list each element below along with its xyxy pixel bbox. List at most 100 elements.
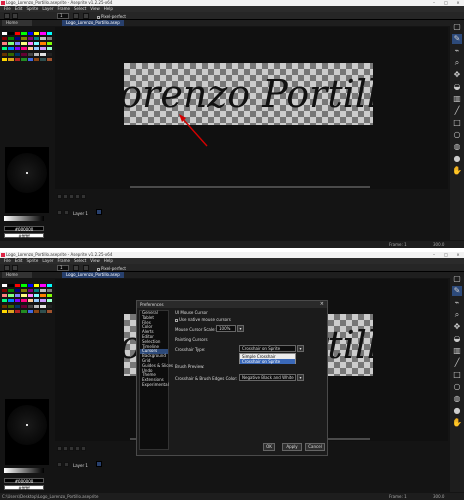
tab-home[interactable]: Home (2, 20, 32, 26)
play-icon[interactable] (69, 446, 74, 451)
edges-color-dropdown-icon[interactable]: ▾ (297, 374, 304, 381)
palette-swatch[interactable] (27, 304, 33, 308)
eyedropper-icon[interactable]: ⌁ (452, 298, 462, 308)
frame-value[interactable]: 1 (404, 242, 407, 247)
palette-swatch[interactable] (21, 299, 27, 303)
palette-swatch[interactable] (2, 289, 8, 293)
tab-file[interactable]: Logo_Lorenzo_Portillo.asep (62, 20, 124, 26)
zoom-icon[interactable]: ⌕ (452, 310, 462, 320)
gray-ramp[interactable] (4, 216, 44, 221)
palette-swatch[interactable] (40, 294, 46, 298)
palette-swatch[interactable] (2, 299, 8, 303)
brush-size-field[interactable]: 1 (57, 265, 69, 271)
pixel-perfect-checkbox[interactable] (97, 267, 100, 271)
ink-icon[interactable] (73, 13, 79, 19)
palette-swatch[interactable] (14, 52, 21, 56)
palette-swatch[interactable] (33, 47, 40, 51)
palette-swatch[interactable] (46, 284, 52, 287)
palette-swatch[interactable] (14, 304, 21, 308)
palette-swatch[interactable] (2, 284, 8, 287)
palette-swatch[interactable] (40, 37, 46, 41)
hand-icon[interactable]: ✋ (452, 418, 462, 428)
palette-swatch[interactable] (21, 42, 27, 46)
fill-icon[interactable]: ◒ (452, 334, 462, 344)
palette-swatch[interactable] (40, 42, 46, 46)
last-frame-icon[interactable] (81, 446, 86, 451)
palette-swatch[interactable] (2, 32, 8, 35)
palette-swatch[interactable] (14, 284, 21, 287)
palette-swatch[interactable] (33, 37, 40, 41)
palette-swatch[interactable] (40, 32, 46, 35)
marquee-icon[interactable]: ▢ (452, 22, 462, 32)
brush-type-icon[interactable] (4, 13, 10, 19)
frame-value[interactable]: 1 (404, 494, 407, 499)
palette-swatch[interactable] (27, 57, 33, 61)
palette-swatch[interactable] (2, 52, 8, 56)
palette-swatch[interactable] (27, 47, 33, 51)
blur-icon[interactable]: ● (452, 406, 462, 416)
lock-icon[interactable] (64, 210, 69, 215)
palette-swatch[interactable] (2, 42, 8, 46)
palette-swatch[interactable] (8, 284, 14, 287)
opacity-icon[interactable] (83, 265, 89, 271)
preferences-category-item[interactable]: Experimental (140, 382, 169, 388)
eye-icon[interactable] (57, 462, 62, 467)
palette-swatch[interactable] (8, 32, 14, 35)
palette-swatch[interactable] (2, 37, 8, 41)
first-frame-icon[interactable] (57, 194, 62, 199)
palette-swatch[interactable] (46, 42, 52, 46)
palette-swatch[interactable] (33, 289, 40, 293)
crosshair-option-on-sprite[interactable]: Crosshair on Sprite (240, 359, 295, 364)
palette-swatch[interactable] (21, 284, 27, 287)
palette-swatch[interactable] (8, 42, 14, 46)
palette-swatch[interactable] (21, 309, 27, 313)
contour-icon[interactable]: ◍ (452, 394, 462, 404)
palette-swatch[interactable] (14, 294, 21, 298)
palette-swatch[interactable] (27, 32, 33, 35)
palette-swatch[interactable] (27, 294, 33, 298)
gray-ramp[interactable] (4, 468, 44, 473)
palette-swatch[interactable] (21, 289, 27, 293)
zoom-value[interactable]: 300.0 (433, 493, 444, 500)
prev-frame-icon[interactable] (63, 446, 68, 451)
palette-swatch[interactable] (40, 304, 46, 308)
pixel-perfect-toggle[interactable]: Pixel-perfect (97, 14, 126, 19)
palette-swatch[interactable] (46, 57, 52, 61)
ok-button[interactable]: OK (263, 443, 275, 451)
color-palette[interactable] (2, 32, 52, 62)
palette-swatch[interactable] (8, 37, 14, 41)
palette-swatch[interactable] (40, 309, 46, 313)
palette-swatch[interactable] (40, 299, 46, 303)
pixel-perfect-toggle[interactable]: Pixel-perfect (97, 266, 126, 271)
foreground-color[interactable]: #000000 (4, 478, 44, 484)
palette-swatch[interactable] (46, 299, 52, 303)
palette-swatch[interactable] (8, 52, 14, 56)
foreground-color[interactable]: #000000 (4, 226, 44, 232)
palette-swatch[interactable] (40, 52, 46, 56)
cel-frame-1[interactable] (96, 461, 102, 467)
move-icon[interactable]: ✥ (452, 70, 462, 80)
palette-swatch[interactable] (2, 309, 8, 313)
next-frame-icon[interactable] (75, 446, 80, 451)
palette-swatch[interactable] (14, 309, 21, 313)
palette-swatch[interactable] (27, 37, 33, 41)
palette-swatch[interactable] (46, 37, 52, 41)
palette-swatch[interactable] (14, 32, 21, 35)
play-icon[interactable] (69, 194, 74, 199)
line-icon[interactable]: ╱ (452, 106, 462, 116)
line-icon[interactable]: ╱ (452, 358, 462, 368)
contour-icon[interactable]: ◍ (452, 142, 462, 152)
blur-icon[interactable]: ● (452, 154, 462, 164)
palette-swatch[interactable] (21, 47, 27, 51)
palette-swatch[interactable] (2, 57, 8, 61)
zoom-value[interactable]: 300.0 (433, 241, 444, 248)
palette-swatch[interactable] (14, 47, 21, 51)
preferences-category-list[interactable]: General Tablet Files Color Alerts Editor Selec… (139, 310, 173, 450)
rectangle-icon[interactable]: □ (452, 370, 462, 380)
first-frame-icon[interactable] (57, 446, 62, 451)
eyedropper-icon[interactable]: ⌁ (452, 46, 462, 56)
palette-swatch[interactable] (33, 294, 40, 298)
palette-swatch[interactable] (46, 309, 52, 313)
palette-swatch[interactable] (27, 289, 33, 293)
palette-swatch[interactable] (40, 57, 46, 61)
